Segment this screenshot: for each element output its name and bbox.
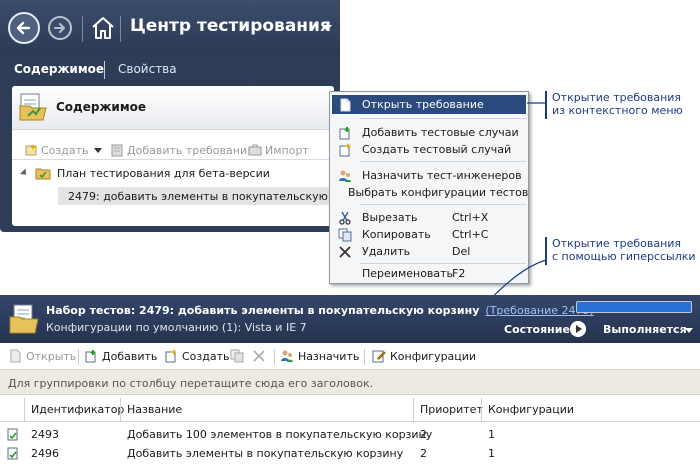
cell-title: Добавить элементы в покупательскую корзи… bbox=[127, 447, 404, 460]
test-case-icon bbox=[7, 447, 18, 460]
cell-priority: 2 bbox=[420, 447, 427, 460]
column-header-priority[interactable]: Приоритет bbox=[413, 398, 483, 422]
play-state-icon bbox=[570, 321, 586, 337]
test-case-icon bbox=[7, 428, 18, 441]
callout-line: Открытие требования bbox=[552, 237, 682, 250]
callout-line: Открытие требования bbox=[552, 91, 682, 104]
table-row[interactable]: 2493 Добавить 100 элементов в покупатель… bbox=[0, 425, 700, 444]
requirement-suite-icon bbox=[9, 304, 39, 334]
configurations-button[interactable]: Конфигурации bbox=[372, 349, 476, 363]
group-hint: Для группировки по столбцу перетащите сю… bbox=[8, 377, 374, 390]
document-icon bbox=[10, 349, 21, 363]
new-testcase-icon bbox=[165, 349, 177, 363]
suite-title: Набор тестов: 2479: добавить элементы в … bbox=[46, 304, 594, 317]
open-label: Открыть bbox=[26, 349, 77, 363]
cell-configurations: 1 bbox=[488, 428, 495, 441]
suite-configurations: Конфигурации по умолчанию (1): Vista и I… bbox=[46, 321, 307, 334]
assign-label: Назначить bbox=[298, 349, 360, 363]
suite-toolbar: Открыть Добавить Создать Назначить Конфи… bbox=[0, 343, 700, 369]
remove-button[interactable] bbox=[252, 349, 270, 363]
column-header-configurations[interactable]: Конфигурации bbox=[481, 398, 700, 422]
delete-x-icon bbox=[253, 350, 265, 362]
suite-title-text: Набор тестов: 2479: добавить элементы в … bbox=[46, 304, 480, 317]
suite-header: Набор тестов: 2479: добавить элементы в … bbox=[0, 295, 700, 343]
callout-line: из контекстного меню bbox=[552, 104, 683, 117]
open-button[interactable]: Открыть bbox=[8, 349, 76, 363]
state-dropdown[interactable]: Выполняется bbox=[603, 323, 687, 336]
column-header-title[interactable]: Название bbox=[120, 398, 413, 422]
chevron-down-icon[interactable] bbox=[685, 328, 693, 333]
callout-bar bbox=[545, 91, 547, 119]
grid-header: Идентификатор Название Приоритет Конфигу… bbox=[0, 398, 700, 422]
cell-id: 2496 bbox=[31, 447, 59, 460]
callout-hyperlink: Открытие требования с помощью гиперссылк… bbox=[552, 237, 696, 263]
table-row[interactable]: 2496 Добавить элементы в покупательскую … bbox=[0, 444, 700, 463]
copy-button[interactable] bbox=[230, 349, 248, 363]
configurations-label: Конфигурации bbox=[390, 349, 477, 363]
assign-button[interactable]: Назначить bbox=[280, 349, 359, 363]
progress-bar bbox=[576, 301, 692, 313]
toolbar-separator bbox=[364, 349, 365, 365]
cell-id: 2493 bbox=[31, 428, 59, 441]
create-label: Создать bbox=[182, 349, 230, 363]
add-button[interactable]: Добавить bbox=[84, 349, 157, 363]
toolbar-separator bbox=[274, 349, 275, 365]
create-button[interactable]: Создать bbox=[164, 349, 230, 363]
callout-context: Открытие требования из контекстного меню bbox=[552, 91, 683, 117]
add-label: Добавить bbox=[102, 349, 158, 363]
copy-icon bbox=[230, 349, 244, 363]
configuration-icon bbox=[372, 350, 386, 363]
assign-users-icon bbox=[281, 350, 293, 362]
callout-bar bbox=[545, 237, 547, 265]
cell-configurations: 1 bbox=[488, 447, 495, 460]
column-header-id[interactable]: Идентификатор bbox=[24, 398, 124, 422]
add-testcase-icon bbox=[85, 350, 96, 363]
state-label: Состояние: bbox=[504, 323, 575, 336]
cell-title: Добавить 100 элементов в покупательскую … bbox=[127, 428, 433, 441]
cell-priority: 2 bbox=[420, 428, 427, 441]
group-by-bar[interactable]: Для группировки по столбцу перетащите сю… bbox=[0, 369, 700, 395]
toolbar-separator bbox=[78, 349, 79, 365]
callout-line: с помощью гиперссылки bbox=[552, 250, 696, 263]
